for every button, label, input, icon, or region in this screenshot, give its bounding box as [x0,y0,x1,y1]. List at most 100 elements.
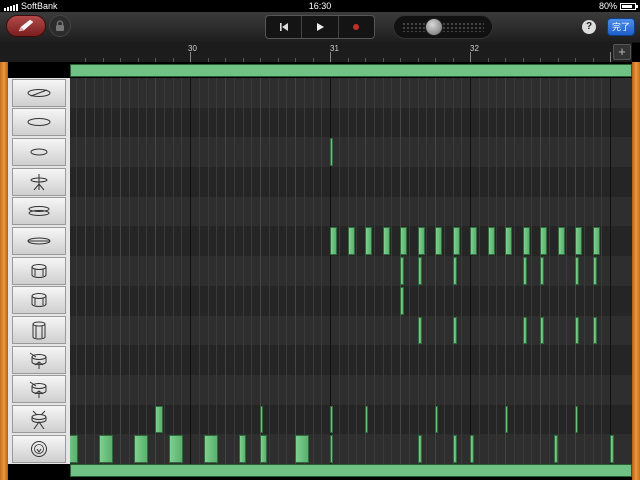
note-kick-drum[interactable] [470,435,475,463]
note-kick-drum[interactable] [239,435,246,463]
note-tom-high[interactable] [540,257,545,285]
note-tom-high[interactable] [575,257,580,285]
drum-key-ride-bell[interactable] [12,137,66,166]
drum-key-kick-drum[interactable] [12,434,66,463]
note-kick-drum[interactable] [452,435,457,463]
drum-key-ride-cymbal[interactable] [12,108,66,137]
grid-line [146,78,148,464]
note-kick-drum[interactable] [295,435,309,463]
grid-line [548,78,550,464]
note-kick-drum[interactable] [169,435,183,463]
grid-line [356,78,358,464]
note-kick-drum[interactable] [134,435,148,463]
note-snare-stand[interactable] [330,405,333,434]
note-hihat-closed[interactable] [470,227,477,256]
note-hihat-closed[interactable] [330,227,337,256]
note-tom-high[interactable] [417,257,422,285]
grid-line [312,78,314,464]
note-hihat-closed[interactable] [522,227,530,256]
drum-key-hihat-pedal[interactable] [12,167,66,196]
grid-line [338,78,340,464]
grid-line [242,78,244,464]
note-hihat-closed[interactable] [435,227,442,256]
note-hihat-closed[interactable] [592,227,600,256]
timeline-ruler[interactable]: 30 31 32 [70,42,632,63]
note-hihat-closed[interactable] [347,227,355,256]
ruler-tick [522,58,524,62]
note-tom-high[interactable] [522,257,527,285]
note-kick-drum[interactable] [610,435,615,463]
note-tom-high[interactable] [400,257,405,285]
edit-button[interactable] [6,15,46,37]
transport-controls [265,15,375,39]
note-floor-tom[interactable] [540,316,545,345]
volume-knob[interactable] [424,18,443,36]
note-snare-stand[interactable] [365,405,368,434]
note-snare-stand[interactable] [575,405,578,434]
note-kick-drum[interactable] [204,435,218,463]
note-kick-drum[interactable] [417,435,422,463]
note-hihat-closed[interactable] [417,227,425,256]
note-hihat-closed[interactable] [557,227,565,256]
drum-key-hihat-open[interactable] [12,197,66,226]
ruler-bar-tick [190,52,191,62]
note-hihat-closed[interactable] [540,227,547,256]
ruler-tick [365,58,366,62]
battery-label: 80% [598,1,617,11]
piano-roll-grid[interactable] [70,78,632,464]
note-kick-drum[interactable] [99,435,113,463]
ride-cymbal-icon [27,118,51,127]
note-kick-drum[interactable] [330,435,333,463]
hihat-open-icon [28,206,50,217]
note-snare-stand[interactable] [435,405,438,434]
grid-line [391,78,393,464]
add-bar-button[interactable]: + [613,44,631,60]
note-snare-stand[interactable] [260,405,263,434]
ruler-tick [487,58,489,62]
drum-key-tom-high[interactable] [12,256,66,285]
note-hihat-closed[interactable] [382,227,390,256]
drum-key-snare-stand[interactable] [12,405,66,434]
drum-key-snare-rim[interactable] [12,345,66,374]
note-floor-tom[interactable] [417,316,422,345]
note-floor-tom[interactable] [592,316,597,345]
record-button[interactable] [339,16,374,38]
grid-line [251,78,253,464]
drum-key-snare[interactable] [12,375,66,404]
note-kick-drum[interactable] [70,435,78,463]
drum-key-crash-cymbal[interactable] [12,78,66,107]
ruler-bar-tick [470,52,471,62]
ruler-tick [120,58,121,62]
drum-key-tom-mid[interactable] [12,286,66,315]
note-tom-high[interactable] [592,257,597,285]
note-tom-high[interactable] [452,257,457,285]
help-button[interactable]: ? [582,20,596,34]
note-hihat-closed[interactable] [452,227,460,256]
note-hihat-closed[interactable] [400,227,407,256]
note-hihat-closed[interactable] [365,227,372,256]
note-floor-tom[interactable] [452,316,457,345]
volume-slider[interactable] [393,15,493,39]
note-floor-tom[interactable] [575,316,580,345]
done-button[interactable]: 完了 [607,18,635,36]
floor-tom-icon [32,321,46,340]
note-snare-stand[interactable] [155,405,164,434]
play-icon [316,23,324,31]
lock-button[interactable] [49,15,71,37]
note-tom-mid[interactable] [400,286,405,315]
note-hihat-closed[interactable] [487,227,495,256]
region-top[interactable] [70,64,632,77]
rewind-button[interactable] [266,16,303,38]
note-kick-drum[interactable] [260,435,267,463]
note-kick-drum[interactable] [554,435,559,463]
drum-key-floor-tom[interactable] [12,316,66,345]
region-bottom[interactable] [70,464,632,477]
note-floor-tom[interactable] [522,316,527,345]
note-hihat-closed[interactable] [505,227,512,256]
grid-line [163,78,165,464]
note-ride-bell[interactable] [330,138,333,167]
play-button[interactable] [302,16,339,38]
drum-key-hihat-closed[interactable] [12,226,66,255]
note-hihat-closed[interactable] [575,227,582,256]
note-snare-stand[interactable] [505,405,508,434]
